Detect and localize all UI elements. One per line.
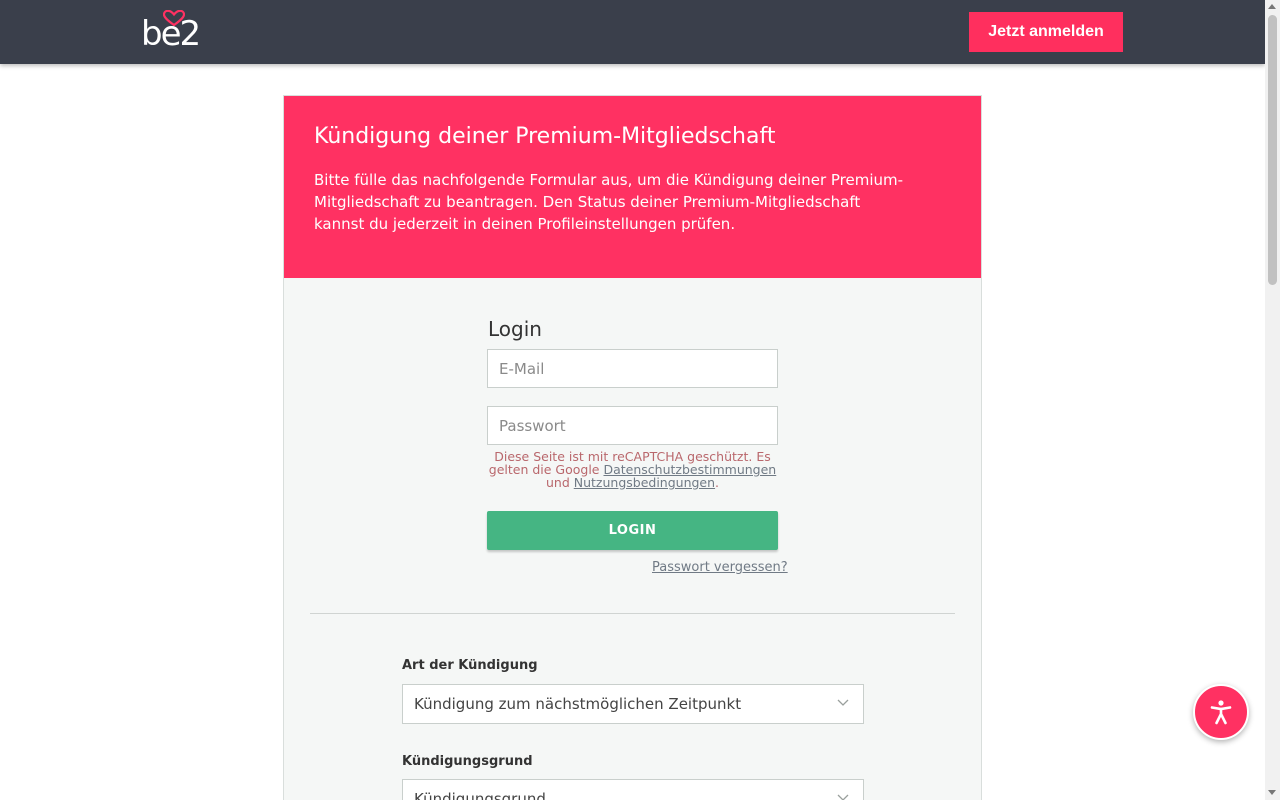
cancellation-type-label: Art der Kündigung [402,658,538,673]
cancellation-banner: Kündigung deiner Premium-Mitgliedschaft … [284,96,981,278]
recaptcha-notice: Diese Seite ist mit reCAPTCHA geschützt.… [487,450,778,489]
page-scrollbar[interactable] [1265,0,1280,800]
login-heading: Login [488,317,542,341]
recaptcha-and: und [545,475,574,490]
cancellation-reason-value: Kündigungsgrund [414,790,546,800]
cancellation-type-select[interactable]: Kündigung zum nächstmöglichen Zeitpunkt [402,684,864,724]
password-field[interactable] [487,406,778,445]
logo[interactable]: be2 [141,10,207,54]
cancellation-type-value: Kündigung zum nächstmöglichen Zeitpunkt [414,695,742,713]
chevron-down-icon [837,699,849,706]
accessibility-icon [1210,700,1232,725]
accessibility-button[interactable] [1193,684,1249,740]
page-title: Kündigung deiner Premium-Mitgliedschaft [314,124,776,149]
chevron-down-icon [837,794,849,800]
recaptcha-period: . [715,475,720,490]
logo-text: be2 [141,14,201,54]
cancellation-card: Kündigung deiner Premium-Mitgliedschaft … [283,95,982,800]
scroll-up-arrow-icon[interactable] [1268,4,1276,9]
cancellation-reason-label: Kündigungsgrund [402,754,533,769]
terms-link[interactable]: Nutzungsbedingungen [574,475,715,490]
cancellation-reason-select[interactable]: Kündigungsgrund [402,779,864,800]
scrollbar-thumb[interactable] [1268,15,1277,285]
email-field[interactable] [487,349,778,388]
top-header: be2 Jetzt anmelden [0,0,1265,64]
scroll-down-arrow-icon[interactable] [1268,790,1276,795]
login-button[interactable]: LOGIN [487,511,778,550]
section-divider [310,613,955,614]
banner-description: Bitte fülle das nachfolgende Formular au… [314,171,904,233]
forgot-password-link[interactable]: Passwort vergessen? [652,560,788,575]
register-button[interactable]: Jetzt anmelden [969,12,1123,52]
